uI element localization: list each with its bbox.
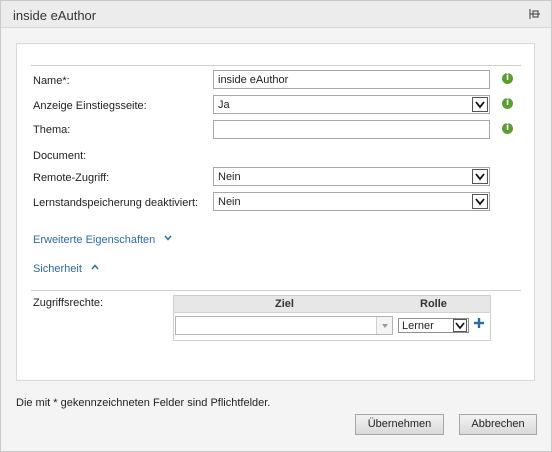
advanced-properties-toggle[interactable]: Erweiterte Eigenschaften [33, 234, 172, 246]
chevron-down-icon[interactable] [472, 194, 488, 209]
theme-input[interactable] [213, 120, 490, 139]
security-divider [31, 290, 521, 291]
title-bar: inside eAuthor [1, 1, 551, 28]
add-icon[interactable] [473, 316, 485, 330]
top-divider [31, 65, 521, 66]
properties-panel: Name*: inside eAuthor i Anzeige Einstieg… [16, 43, 535, 381]
chevron-down-icon[interactable] [472, 97, 488, 112]
role-value: Lerner [402, 320, 434, 332]
dialog-window: inside eAuthor Name*: inside eAuthor i A… [0, 0, 552, 452]
column-header-target: Ziel [275, 298, 294, 310]
column-header-role: Rolle [420, 298, 447, 310]
chevron-down-icon [164, 235, 172, 241]
access-label: Zugriffsrechte: [33, 297, 104, 309]
remote-value: Nein [218, 171, 241, 183]
required-fields-note: Die mit * gekennzeichneten Felder sind P… [16, 397, 271, 409]
dropdown-arrow-icon[interactable] [376, 317, 392, 334]
security-label: Sicherheit [33, 263, 82, 275]
info-icon[interactable]: i [502, 123, 513, 134]
role-select[interactable]: Lerner [398, 318, 469, 333]
startpage-select[interactable]: Ja [213, 95, 490, 114]
remote-label: Remote-Zugriff: [33, 172, 110, 184]
progress-select[interactable]: Nein [213, 192, 490, 211]
startpage-label: Anzeige Einstiegsseite: [33, 100, 147, 112]
info-icon[interactable]: i [502, 73, 513, 84]
remote-select[interactable]: Nein [213, 167, 490, 186]
cancel-button[interactable]: Abbrechen [459, 414, 537, 435]
target-combobox[interactable] [175, 316, 393, 335]
access-table-header: Ziel Rolle [174, 296, 490, 313]
apply-button[interactable]: Übernehmen [355, 414, 444, 435]
document-label: Document: [33, 150, 87, 162]
name-input[interactable]: inside eAuthor [213, 70, 490, 89]
pin-icon[interactable] [527, 7, 541, 21]
chevron-up-icon [91, 264, 99, 270]
chevron-down-icon[interactable] [453, 319, 467, 332]
access-table: Ziel Rolle Lerner [173, 295, 491, 341]
startpage-value: Ja [218, 99, 230, 111]
name-label: Name*: [33, 75, 70, 87]
progress-label: Lernstandspeicherung deaktiviert: [33, 197, 199, 209]
advanced-properties-label: Erweiterte Eigenschaften [33, 234, 156, 246]
progress-value: Nein [218, 196, 241, 208]
security-toggle[interactable]: Sicherheit [33, 263, 99, 275]
info-icon[interactable]: i [502, 98, 513, 109]
chevron-down-icon[interactable] [472, 169, 488, 184]
theme-label: Thema: [33, 124, 71, 136]
window-title: inside eAuthor [13, 8, 97, 23]
